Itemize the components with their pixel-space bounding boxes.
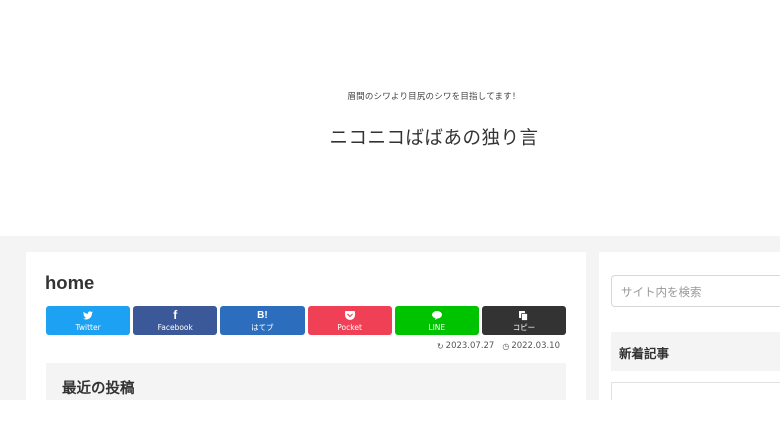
history-icon: ↻ <box>436 341 444 351</box>
new-posts-list <box>611 382 780 400</box>
search-placeholder: サイト内を検索 <box>621 285 702 299</box>
clock-icon: ◷ <box>502 341 510 351</box>
share-buttons: Twitter f Facebook B! はてブ Pocket LINE コピ… <box>46 306 567 335</box>
recent-posts-title: 最近の投稿 <box>62 381 135 397</box>
site-header: 眉間のシワより目尻のシワを目指してます！ ニコニコばばあの独り言 <box>0 0 780 236</box>
hatebu-icon: B! <box>257 310 268 321</box>
share-hatebu-label: はてブ <box>251 322 274 332</box>
page-title: home <box>45 272 95 293</box>
share-facebook-button[interactable]: f Facebook <box>133 306 218 335</box>
share-twitter-button[interactable]: Twitter <box>46 306 131 335</box>
line-icon <box>431 310 442 322</box>
twitter-icon <box>83 310 94 322</box>
share-hatebu-button[interactable]: B! はてブ <box>220 306 305 335</box>
site-title[interactable]: ニコニコばばあの独り言 <box>0 124 780 150</box>
share-copy-button[interactable]: コピー <box>481 306 567 335</box>
search-input[interactable]: サイト内を検索 <box>611 275 780 307</box>
published-date: ◷ 2022.03.10 <box>502 341 560 351</box>
share-pocket-label: Pocket <box>337 322 362 332</box>
updated-date-value: 2023.07.27 <box>445 341 495 351</box>
bottom-strip <box>0 400 780 423</box>
site-tagline: 眉間のシワより目尻のシワを目指してます！ <box>347 92 521 102</box>
pocket-icon <box>344 310 355 322</box>
copy-icon <box>519 310 529 322</box>
published-date-value: 2022.03.10 <box>511 341 560 351</box>
share-facebook-label: Facebook <box>157 322 193 332</box>
share-twitter-label: Twitter <box>75 322 101 332</box>
post-dates: ↻ 2023.07.27 ◷ 2022.03.10 <box>437 341 560 351</box>
facebook-icon: f <box>173 308 178 322</box>
share-pocket-button[interactable]: Pocket <box>307 306 392 335</box>
share-copy-label: コピー <box>512 322 536 332</box>
share-line-label: LINE <box>428 322 446 332</box>
updated-date: ↻ 2023.07.27 <box>437 341 494 351</box>
share-line-button[interactable]: LINE <box>394 306 479 335</box>
new-posts-heading: 新着記事 <box>619 346 670 361</box>
